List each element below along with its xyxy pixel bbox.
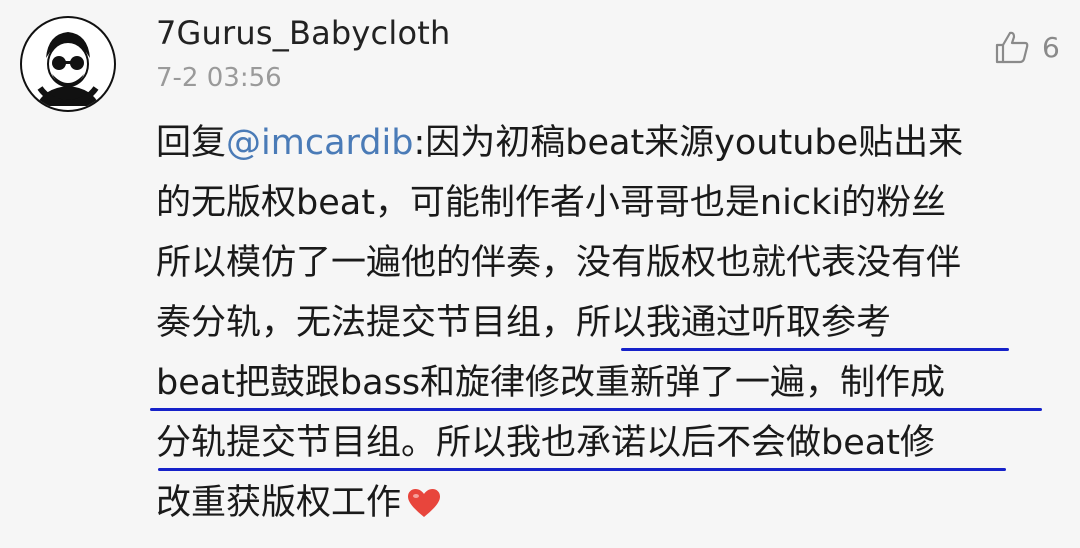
highlight-underline bbox=[158, 468, 1006, 471]
comment-text: 改重获版权工作 bbox=[156, 483, 402, 523]
avatar[interactable] bbox=[20, 16, 116, 112]
comment-text: beat把鼓跟bass和旋律修改重新弹了一遍，制作成 bbox=[156, 363, 946, 403]
reply-prefix: 回复 bbox=[156, 123, 227, 163]
red-heart-icon bbox=[407, 477, 441, 537]
comment-card: 7Gurus_Babycloth 7-2 03:56 6 回复@imcardib… bbox=[0, 0, 1080, 548]
comment-line: 奏分轨，无法提交节目组，所以我通过听取参考 bbox=[156, 293, 1056, 353]
like-count: 6 bbox=[1042, 30, 1060, 64]
comment-line: 分轨提交节目组。所以我也承诺以后不会做beat修 bbox=[156, 413, 1056, 473]
comment-text: 分轨提交节目组。所以我也承诺以后不会做beat修 bbox=[156, 423, 935, 463]
comment-text: 奏分轨，无法提交节目组，所以我通过听取参考 bbox=[156, 303, 892, 343]
highlight-underline bbox=[621, 348, 1009, 351]
avatar-portrait-icon bbox=[24, 20, 112, 108]
username[interactable]: 7Gurus_Babycloth bbox=[156, 14, 450, 52]
comment-line: 的无版权beat，可能制作者小哥哥也是nicki的粉丝 bbox=[156, 173, 1056, 233]
comment-line: 改重获版权工作 bbox=[156, 473, 1056, 533]
like-button[interactable]: 6 bbox=[994, 28, 1060, 66]
timestamp: 7-2 03:56 bbox=[156, 63, 282, 93]
mention-link[interactable]: @imcardib bbox=[226, 123, 413, 163]
comment-text: :因为初稿beat来源youtube贴出来 bbox=[413, 123, 964, 163]
comment-text: 所以模仿了一遍他的伴奏，没有版权也就代表没有伴 bbox=[156, 243, 962, 283]
comment-body: 回复@imcardib:因为初稿beat来源youtube贴出来 的无版权bea… bbox=[150, 113, 1056, 533]
comment-line: 回复@imcardib:因为初稿beat来源youtube贴出来 bbox=[156, 113, 1056, 173]
comment-text: 的无版权beat，可能制作者小哥哥也是nicki的粉丝 bbox=[156, 183, 947, 223]
comment-line: beat把鼓跟bass和旋律修改重新弹了一遍，制作成 bbox=[150, 353, 1056, 413]
highlight-underline bbox=[150, 408, 1042, 411]
comment-line: 所以模仿了一遍他的伴奏，没有版权也就代表没有伴 bbox=[156, 233, 1056, 293]
thumbs-up-icon bbox=[995, 31, 1029, 64]
